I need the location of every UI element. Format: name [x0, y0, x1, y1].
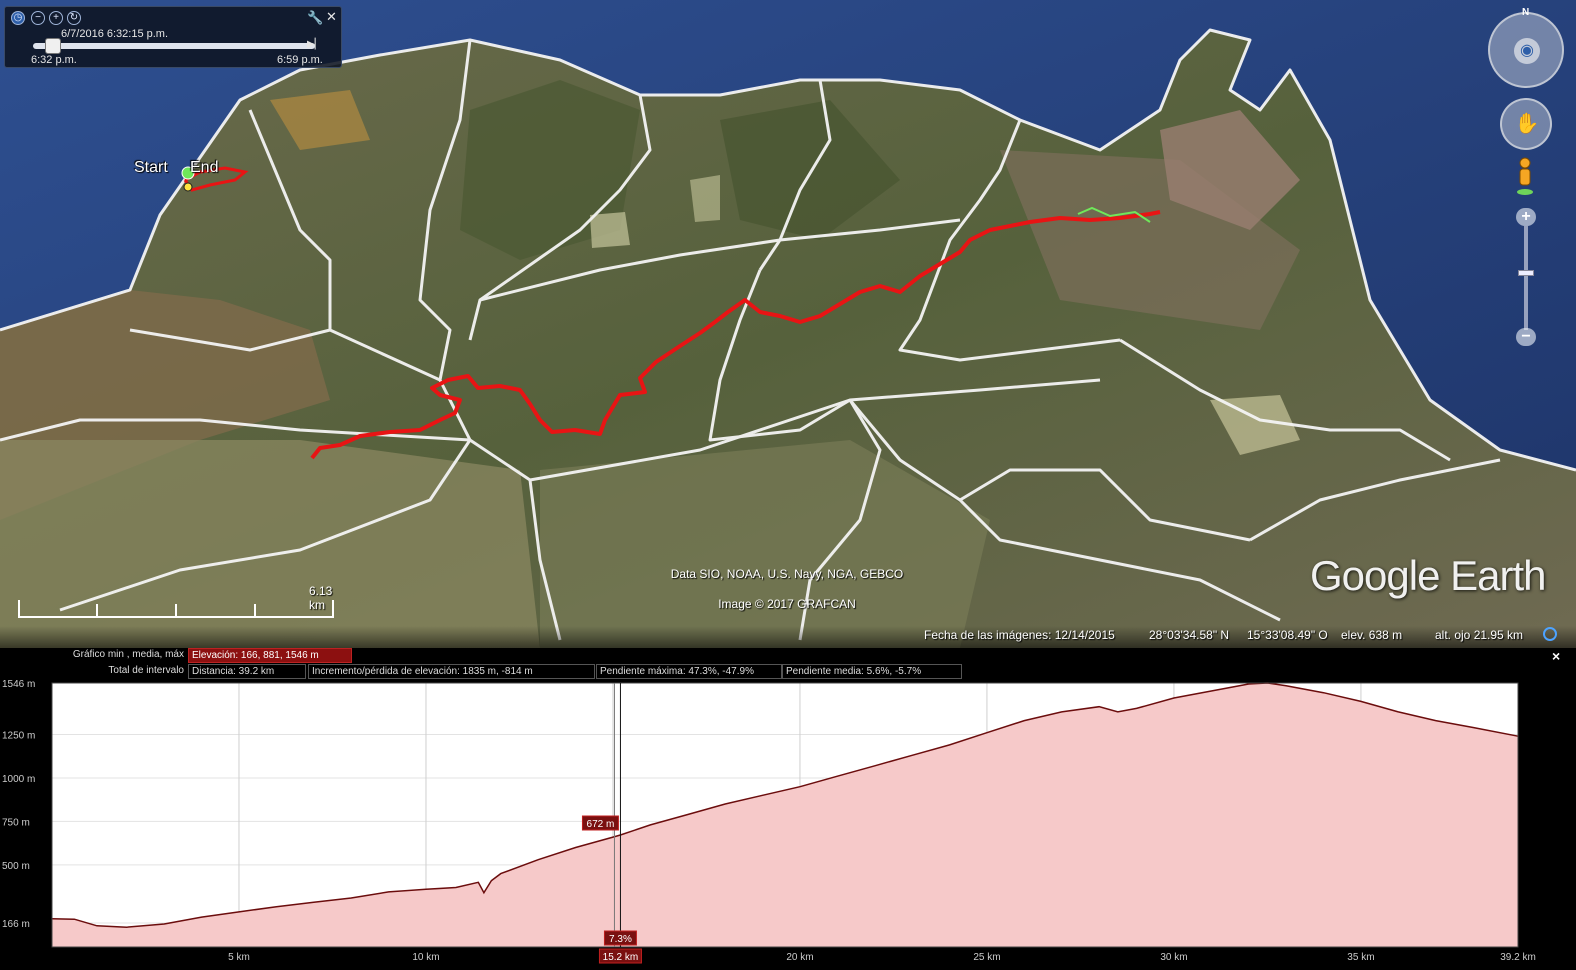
- start-time: 6:32 p.m.: [31, 54, 77, 66]
- latitude: 28°03'34.58" N: [1149, 628, 1230, 642]
- clock-icon[interactable]: ◷: [11, 11, 25, 25]
- navigation-controls: N ◉ ✋ + −: [1484, 6, 1570, 346]
- zoom-thumb[interactable]: [1518, 270, 1534, 276]
- y-tick-label: 166 m: [2, 919, 30, 930]
- imagery-date: Fecha de las imágenes: 12/14/2015: [924, 628, 1115, 642]
- graph-label: Gráfico min , media, máx: [72, 649, 184, 660]
- x-tick-label: 10 km: [412, 952, 439, 963]
- loading-icon: [1543, 627, 1557, 641]
- end-time: 6:59 p.m.: [277, 54, 323, 66]
- scale-tick: [254, 604, 256, 618]
- time-track[interactable]: [33, 43, 315, 49]
- pegman-icon[interactable]: [1514, 156, 1536, 196]
- time-slider-handle[interactable]: [45, 38, 61, 54]
- y-tick-label: 500 m: [2, 861, 30, 872]
- google-earth-logo: Google Earth: [1310, 552, 1546, 599]
- x-tick-label: 25 km: [973, 952, 1000, 963]
- x-tick-label: 20 km: [786, 952, 813, 963]
- y-tick-label: 750 m: [2, 817, 30, 828]
- current-time: 6/7/2016 6:32:15 p.m.: [61, 28, 169, 40]
- wrench-icon[interactable]: 🔧: [307, 10, 323, 26]
- zoom-track[interactable]: [1524, 226, 1528, 330]
- x-tick-label: 39.2 km: [1500, 952, 1536, 963]
- zoom-in-icon[interactable]: +: [1516, 208, 1536, 226]
- x-tick-label: 5 km: [228, 952, 250, 963]
- pan-joystick[interactable]: ✋: [1500, 98, 1552, 150]
- map-view[interactable]: Start End ◷ − + ↻ 🔧 ✕ 6/7/2016 6:32:15 p…: [0, 0, 1576, 648]
- elevation-readout: elev. 638 m: [1341, 628, 1403, 642]
- zoom-out-time-icon[interactable]: −: [31, 11, 45, 25]
- y-tick-label: 1250 m: [2, 730, 35, 741]
- x-tick-label: 35 km: [1347, 952, 1374, 963]
- play-arrow-icon[interactable]: ▶▏: [307, 39, 322, 50]
- repeat-icon[interactable]: ↻: [67, 11, 81, 25]
- x-tick-label: 30 km: [1160, 952, 1187, 963]
- x-tick-label: 15.2 km: [603, 952, 639, 963]
- elevation-profile-panel: × Gráfico min , media, máx Elevación: 16…: [0, 648, 1576, 970]
- elevation-chart[interactable]: 1546 m 1250 m 1000 m 750 m 500 m 166 m 5 km 10 …: [0, 676, 1576, 970]
- terrain-imagery: [0, 0, 1576, 648]
- hand-icon: ✋: [1514, 113, 1540, 135]
- scale-bar: 6.13 km: [18, 582, 334, 620]
- y-tick-label: 1546 m: [2, 679, 35, 690]
- start-label: Start: [134, 159, 168, 176]
- y-tick-label: 1000 m: [2, 774, 35, 785]
- time-slider[interactable]: ◷ − + ↻ 🔧 ✕ 6/7/2016 6:32:15 p.m. ▶▏ 6:3…: [4, 6, 342, 68]
- close-icon[interactable]: ✕: [326, 9, 337, 25]
- zoom-slider[interactable]: + −: [1516, 208, 1536, 348]
- eye-altitude: alt. ojo 21.95 km: [1435, 628, 1524, 642]
- cursor-elevation-label: 672 m: [587, 819, 615, 830]
- eye-icon: ◉: [1514, 38, 1540, 64]
- look-joystick[interactable]: N ◉: [1488, 7, 1564, 88]
- attribution: Data SIO, NOAA, U.S. Navy, NGA, GEBCO Im…: [662, 559, 912, 619]
- end-label: End: [190, 159, 219, 176]
- scale-tick: [175, 604, 177, 618]
- cursor-slope-label: 7.3%: [609, 934, 632, 945]
- image-credit: Image © 2017 GRAFCAN: [718, 597, 856, 611]
- zoom-out-icon[interactable]: −: [1516, 328, 1536, 346]
- elevation-stat[interactable]: Elevación: 166, 881, 1546 m: [188, 648, 352, 663]
- north-label: N: [1522, 7, 1530, 18]
- status-bar: Fecha de las imágenes: 12/14/2015 28°03'…: [0, 626, 1576, 648]
- longitude: 15°33'08.49" O: [1247, 628, 1328, 642]
- interval-label: Total de intervalo: [108, 665, 184, 676]
- data-credit: Data SIO, NOAA, U.S. Navy, NGA, GEBCO: [670, 567, 904, 581]
- close-profile-icon[interactable]: ×: [1552, 648, 1560, 664]
- scale-tick: [96, 604, 98, 618]
- zoom-in-time-icon[interactable]: +: [49, 11, 63, 25]
